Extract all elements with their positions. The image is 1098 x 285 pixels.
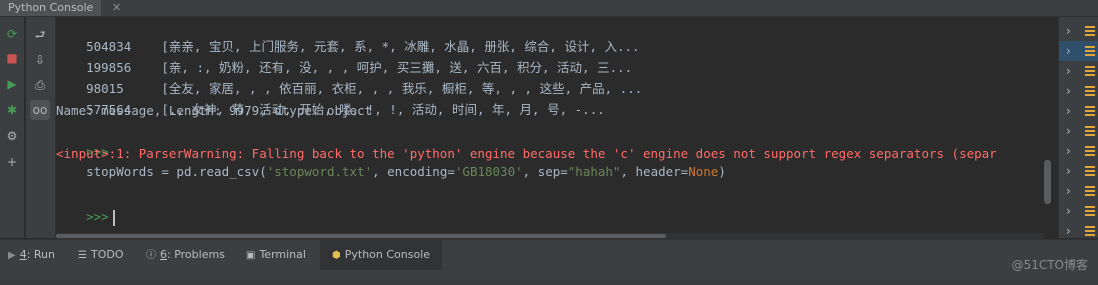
variable-row[interactable]: ›: [1059, 41, 1098, 61]
vertical-scrollbar[interactable]: [1044, 17, 1052, 238]
console-toolbar: ⟳ ■ ▶ ✱ ⚙ +: [0, 17, 24, 238]
console-row: 577564 [., 女神, 节, 活动, 开始, 喽, !, !, 活动, 时…: [56, 80, 605, 117]
code-string: 'GB18030': [454, 164, 523, 179]
console-row: 98015 [全友, 家居, , , 依百丽, 衣柜, , , 我乐, 橱柜, …: [56, 59, 642, 96]
variable-row[interactable]: ›: [1059, 61, 1098, 81]
text-caret: [112, 209, 115, 226]
add-icon[interactable]: +: [3, 153, 21, 171]
chevron-right-icon[interactable]: ›: [1066, 201, 1071, 221]
close-icon[interactable]: ✕: [112, 0, 121, 16]
console-row: 504834 [亲亲, 宝贝, 上门服务, 元套, 系, *, 冰雕, 水晶, …: [56, 17, 639, 54]
variable-type-icon: [1085, 226, 1095, 236]
stop-icon[interactable]: ■: [3, 49, 21, 67]
console-gutter: ⮐ ⇩ ⎙ oo: [26, 17, 56, 238]
print-icon[interactable]: ⎙: [30, 75, 50, 95]
variables-panel: › › › › › › › › › › ›: [1058, 17, 1098, 238]
todo-icon: ☰: [78, 250, 87, 261]
variable-type-icon: [1085, 166, 1095, 176]
chevron-right-icon[interactable]: ›: [1066, 161, 1071, 181]
chevron-right-icon[interactable]: ›: [1066, 121, 1071, 141]
console-output[interactable]: 504834 [亲亲, 宝贝, 上门服务, 元套, 系, *, 冰雕, 水晶, …: [56, 17, 1044, 233]
variable-type-icon: [1085, 146, 1095, 156]
python-icon: ⬢: [332, 250, 341, 261]
code-text: , encoding=: [372, 164, 455, 179]
variable-type-icon: [1085, 66, 1095, 76]
problems-icon: ⓘ: [146, 250, 156, 261]
code-keyword: None: [688, 164, 719, 179]
variable-row[interactable]: ›: [1059, 81, 1098, 101]
scrollbar-thumb[interactable]: [1044, 160, 1051, 204]
variable-row[interactable]: ›: [1059, 201, 1098, 221]
run-icon: ▶: [8, 250, 16, 261]
variable-row[interactable]: ›: [1059, 221, 1098, 241]
tab-label: Python Console: [344, 248, 431, 261]
show-variables-icon[interactable]: oo: [30, 100, 50, 120]
tab-label: : Problems: [167, 248, 225, 261]
tab-mnemonic: 4: [19, 248, 27, 261]
code-string: 'stopword.txt': [266, 164, 373, 179]
tab-label: : Run: [26, 248, 55, 261]
code-text: ): [718, 164, 726, 179]
code-string: "hahah": [567, 164, 621, 179]
debug-icon[interactable]: ✱: [3, 101, 21, 119]
variable-type-icon: [1085, 186, 1095, 196]
chevron-right-icon[interactable]: ›: [1066, 221, 1071, 241]
tab-label: Terminal: [259, 248, 306, 261]
variable-row[interactable]: ›: [1059, 181, 1098, 201]
variable-type-icon: [1085, 86, 1095, 96]
tool-window-bar: ▶ 4: Run ☰ TODO ⓘ 6: Problems ▣ Terminal ⬢ Py…: [0, 239, 1098, 285]
scrollbar-thumb[interactable]: [56, 234, 666, 238]
variable-type-icon: [1085, 26, 1095, 36]
series-summary: Name: message, Length: 9979, dtype: obje…: [56, 103, 373, 118]
chevron-right-icon[interactable]: ›: [1066, 141, 1071, 161]
variable-type-icon: [1085, 126, 1095, 136]
soft-wrap-icon[interactable]: ⮐: [30, 25, 50, 45]
chevron-right-icon[interactable]: ›: [1066, 81, 1071, 101]
tab-run[interactable]: ▶ 4: Run: [8, 240, 55, 270]
variable-row[interactable]: ›: [1059, 21, 1098, 41]
tab-terminal[interactable]: ▣ Terminal: [246, 240, 306, 270]
tab-label: TODO: [90, 248, 124, 261]
code-text: stopWords = pd.read_csv(: [86, 164, 267, 179]
tab-python-console[interactable]: ⬢ Python Console: [320, 240, 443, 270]
variable-row[interactable]: ›: [1059, 101, 1098, 121]
tab-todo[interactable]: ☰ TODO: [78, 240, 123, 270]
console-row: 199856 [亲, :, 奶粉, 还有, 没, , , 呵护, 买三攤, 送,…: [56, 38, 632, 75]
chevron-right-icon[interactable]: ›: [1066, 101, 1071, 121]
scroll-to-end-icon[interactable]: ⇩: [30, 50, 50, 70]
run-icon[interactable]: ▶: [3, 75, 21, 93]
parser-warning: <input>:1: ParserWarning: Falling back t…: [56, 146, 997, 161]
code-text: , sep=: [522, 164, 568, 179]
tab-problems[interactable]: ⓘ 6: Problems: [146, 240, 225, 270]
input-prompt: >>>: [86, 209, 109, 224]
code-text: , header=: [620, 164, 689, 179]
settings-icon[interactable]: ⚙: [3, 127, 21, 145]
variable-row[interactable]: ›: [1059, 141, 1098, 161]
tab-mnemonic: 6: [160, 248, 167, 261]
watermark: @51CTO博客: [1011, 258, 1088, 272]
terminal-icon: ▣: [246, 250, 256, 261]
chevron-right-icon[interactable]: ›: [1066, 61, 1071, 81]
rerun-icon[interactable]: ⟳: [3, 25, 21, 43]
variable-row[interactable]: ›: [1059, 161, 1098, 181]
tool-window-tab[interactable]: Python Console: [0, 0, 102, 16]
command-line: >>> stopWords = pd.read_csv('stopword.tx…: [56, 122, 726, 179]
chevron-right-icon[interactable]: ›: [1066, 41, 1071, 61]
input-line[interactable]: >>>: [56, 187, 115, 226]
tool-window-title: Python Console: [8, 1, 94, 14]
chevron-right-icon[interactable]: ›: [1066, 181, 1071, 201]
variable-type-icon: [1085, 106, 1095, 116]
variable-type-icon: [1085, 46, 1095, 56]
chevron-right-icon[interactable]: ›: [1066, 21, 1071, 41]
variable-row[interactable]: ›: [1059, 121, 1098, 141]
title-bar: Python Console ✕: [0, 0, 1098, 17]
variable-type-icon: [1085, 206, 1095, 216]
